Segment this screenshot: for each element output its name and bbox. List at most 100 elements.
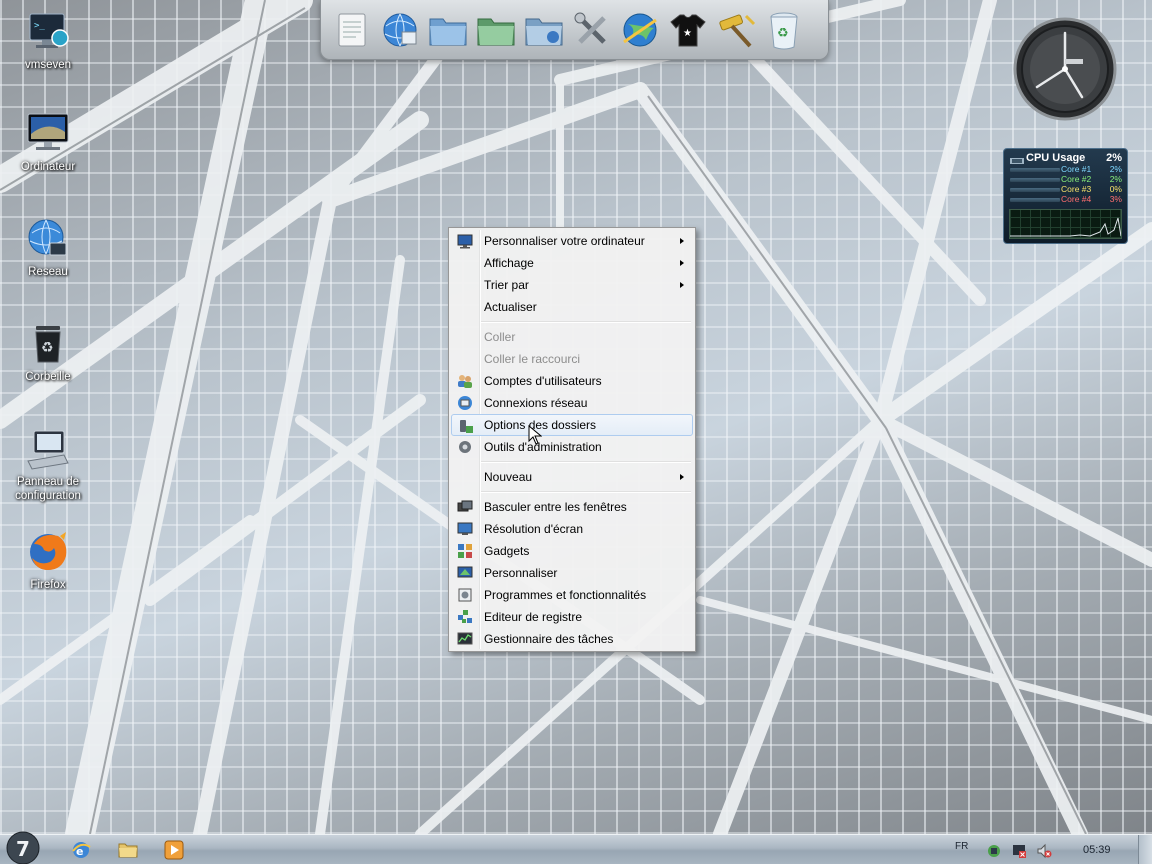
menu-item-outils-administration[interactable]: Outils d'administration	[451, 436, 693, 458]
desktop-icon-corbeille[interactable]: ♻ Corbeille	[8, 320, 88, 384]
menu-item-label: Résolution d'écran	[484, 522, 584, 536]
svg-text:♻: ♻	[777, 26, 789, 41]
hammer-icon[interactable]	[715, 7, 757, 53]
users-icon	[457, 373, 473, 389]
menu-item-label: Programmes et fonctionnalités	[484, 588, 647, 602]
control-panel-icon	[24, 425, 72, 473]
taskbar: 7 e FR 05:39	[0, 831, 1152, 864]
internet-explorer-icon[interactable]: e	[70, 839, 92, 861]
tshirt-icon[interactable]: ★	[667, 7, 709, 53]
menu-item-label: Trier par	[484, 278, 529, 292]
language-indicator[interactable]: FR	[955, 841, 968, 852]
menu-item-basculer-entre-les-fenetres[interactable]: Basculer entre les fenêtres	[451, 496, 693, 518]
menu-item-connexions-reseau[interactable]: Connexions réseau	[451, 392, 693, 414]
folder-network-icon[interactable]	[523, 7, 565, 53]
menu-item-personnaliser[interactable]: Personnaliser	[451, 562, 693, 584]
clock-time[interactable]: 05:39	[1083, 844, 1111, 856]
desktop-icon-ordinateur[interactable]: Ordinateur	[8, 110, 88, 174]
recycle-bin-icon[interactable]: ♻	[763, 7, 805, 53]
explorer-folder-icon[interactable]	[117, 839, 139, 861]
menu-item-personnaliser-votre-ordinateur[interactable]: Personnaliser votre ordinateur	[451, 230, 693, 252]
media-player-icon[interactable]	[163, 839, 185, 861]
core-value: 0%	[1109, 184, 1122, 194]
menu-item-programmes-et-fonctionnalites[interactable]: Programmes et fonctionnalités	[451, 584, 693, 606]
clock-gadget[interactable]	[1003, 17, 1128, 122]
menu-item-label: Personnaliser votre ordinateur	[484, 234, 645, 248]
gadgets-icon	[457, 543, 473, 559]
notepad-icon[interactable]	[331, 7, 373, 53]
personalize-icon	[457, 565, 473, 581]
core-row: Core #2 2%	[1061, 174, 1122, 184]
desktop-icon-label: Panneau de configuration	[15, 476, 81, 502]
core-meter-bars	[1010, 168, 1060, 208]
submenu-arrow-icon	[680, 238, 684, 244]
core-row: Core #1 2%	[1061, 164, 1122, 174]
admin-tools-icon	[457, 439, 473, 455]
menu-item-options-des-dossiers[interactable]: Options des dossiers	[451, 414, 693, 436]
submenu-arrow-icon	[680, 282, 684, 288]
menu-item-coller: Coller	[451, 326, 693, 348]
switch-windows-icon	[457, 499, 473, 515]
submenu-arrow-icon	[680, 260, 684, 266]
desktop-icon-firefox[interactable]: Firefox	[8, 528, 88, 592]
menu-item-label: Coller le raccourci	[484, 352, 581, 366]
svg-text:>_: >_	[34, 21, 45, 31]
menu-item-label: Gadgets	[484, 544, 530, 558]
firefox-icon	[24, 528, 72, 576]
desktop-icon-label: vmseven	[24, 59, 72, 71]
menu-separator	[451, 488, 693, 496]
core-label: Core #1	[1061, 164, 1092, 174]
menu-item-affichage[interactable]: Affichage	[451, 252, 693, 274]
desktop-icon-panneau-de-configuration[interactable]: Panneau de configuration	[8, 425, 88, 503]
menu-separator	[451, 318, 693, 326]
menu-item-label: Affichage	[484, 256, 534, 270]
recycle-bin-icon: ♻	[24, 320, 72, 368]
core-value: 2%	[1109, 164, 1122, 174]
desktop-icon-label: Corbeille	[25, 371, 71, 383]
volume-muted-icon[interactable]	[1036, 843, 1052, 859]
desktop-icon-label: Reseau	[28, 266, 68, 278]
core-row: Core #4 3%	[1061, 194, 1122, 204]
menu-item-trier-par[interactable]: Trier par	[451, 274, 693, 296]
menu-separator	[451, 458, 693, 466]
folder-icon[interactable]	[427, 7, 469, 53]
menu-item-editeur-de-registre[interactable]: Editeur de registre	[451, 606, 693, 628]
menu-item-label: Actualiser	[484, 300, 537, 314]
menu-item-nouveau[interactable]: Nouveau	[451, 466, 693, 488]
network-globe-icon[interactable]	[619, 7, 661, 53]
menu-item-label: Basculer entre les fenêtres	[484, 500, 627, 514]
core-row: Core #3 0%	[1061, 184, 1122, 194]
desktop-icon-vmseven[interactable]: >_ vmseven	[8, 8, 88, 72]
desktop-icon-label: Ordinateur	[20, 161, 76, 173]
menu-item-coller-le-raccourci: Coller le raccourci	[451, 348, 693, 370]
show-desktop-button[interactable]	[1138, 835, 1152, 864]
internet-explorer-icon[interactable]	[379, 7, 421, 53]
network-status-icon[interactable]	[986, 843, 1002, 859]
menu-item-actualiser[interactable]: Actualiser	[451, 296, 693, 318]
core-label: Core #4	[1061, 194, 1092, 204]
computer-icon	[24, 110, 72, 158]
monitor-terminal-icon: >_	[24, 8, 72, 56]
cpu-usage-gadget[interactable]: CPU Usage 2% Core #1 2% Core #2 2% Core #3…	[1003, 148, 1128, 244]
menu-item-gestionnaire-des-taches[interactable]: Gestionnaire des tâches	[451, 628, 693, 650]
menu-item-label: Gestionnaire des tâches	[484, 632, 614, 646]
action-center-flag-icon[interactable]	[1011, 843, 1027, 859]
dock-bar: ★ ♻	[320, 0, 829, 60]
desktop-icon-label: Firefox	[30, 579, 66, 591]
core-value: 3%	[1109, 194, 1122, 204]
menu-item-label: Personnaliser	[484, 566, 558, 580]
start-button[interactable]: 7	[4, 829, 42, 864]
tools-icon[interactable]	[571, 7, 613, 53]
menu-item-comptes-utilisateurs[interactable]: Comptes d'utilisateurs	[451, 370, 693, 392]
menu-item-label: Outils d'administration	[484, 440, 602, 454]
cpu-history-graph	[1009, 209, 1122, 239]
folder-options-icon	[458, 418, 474, 434]
desktop-icon-reseau[interactable]: Reseau	[8, 215, 88, 279]
network-connections-icon	[457, 395, 473, 411]
submenu-arrow-icon	[680, 474, 684, 480]
menu-item-label: Connexions réseau	[484, 396, 588, 410]
menu-item-resolution-ecran[interactable]: Résolution d'écran	[451, 518, 693, 540]
folder-green-icon[interactable]	[475, 7, 517, 53]
menu-item-gadgets[interactable]: Gadgets	[451, 540, 693, 562]
menu-item-label: Editeur de registre	[484, 610, 583, 624]
